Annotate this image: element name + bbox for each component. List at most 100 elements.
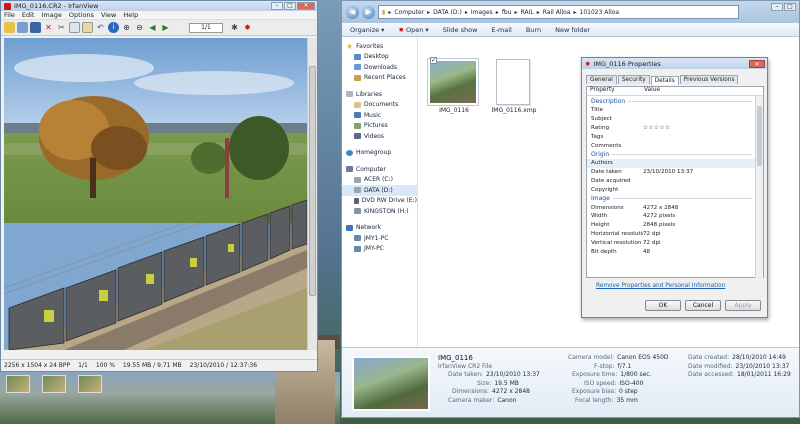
- properties-scrollbar-thumb[interactable]: [757, 106, 762, 166]
- open-button[interactable]: ✸ Open ▾: [398, 26, 428, 34]
- open-folder-icon[interactable]: [4, 22, 15, 33]
- tab-details[interactable]: Details: [650, 76, 679, 85]
- file-item-img-0116[interactable]: ✓ IMG_0116: [428, 57, 480, 119]
- rating-stars[interactable]: ☆☆☆☆☆: [643, 125, 671, 131]
- nav-libraries[interactable]: Libraries: [342, 89, 417, 100]
- property-row[interactable]: Title: [587, 106, 756, 115]
- apply-button[interactable]: Apply: [725, 300, 761, 311]
- nav-videos[interactable]: Videos: [342, 131, 417, 142]
- property-row[interactable]: Date acquired: [587, 177, 756, 186]
- zoom-out-icon[interactable]: ⊖: [134, 22, 145, 33]
- ok-button[interactable]: OK: [645, 300, 681, 311]
- close-button[interactable]: ✕: [297, 2, 315, 10]
- property-row[interactable]: Subject: [587, 115, 756, 124]
- breadcrumb-computer[interactable]: Computer: [394, 9, 424, 16]
- forward-button[interactable]: ▶: [362, 5, 375, 19]
- new-folder-button[interactable]: New folder: [555, 26, 590, 34]
- slideshow-icon[interactable]: [17, 22, 28, 33]
- breadcrumb-current-folder[interactable]: 101023 Alloa: [580, 9, 620, 16]
- address-bar[interactable]: ▮ ▸ Computer ▸ DATA (D:) ▸ Images ▸ fbu …: [378, 5, 739, 19]
- zoom-in-icon[interactable]: ⊕: [121, 22, 132, 33]
- desktop-icon-thumb[interactable]: [6, 375, 30, 393]
- page-field[interactable]: 1/1: [189, 22, 223, 33]
- breadcrumb-images[interactable]: Images: [471, 9, 493, 16]
- menu-view[interactable]: View: [101, 11, 116, 19]
- explorer-minimize-button[interactable]: –: [771, 3, 783, 11]
- property-row[interactable]: Date taken 23/10/2010 13:37: [587, 168, 756, 177]
- nav-drive-d[interactable]: DATA (D:): [342, 185, 417, 196]
- maximize-button[interactable]: □: [284, 2, 296, 10]
- column-header-value[interactable]: Value: [641, 87, 660, 95]
- nav-drive-c[interactable]: ACER (C:): [342, 175, 417, 186]
- property-row[interactable]: Vertical resolution 72 dpi: [587, 238, 756, 247]
- explorer-titlebar[interactable]: ◀ ▶ ▮ ▸ Computer ▸ DATA (D:) ▸ Images ▸ …: [342, 1, 799, 23]
- delete-icon[interactable]: ✕: [43, 22, 54, 33]
- menu-options[interactable]: Options: [69, 11, 94, 19]
- properties-titlebar[interactable]: ✸ IMG_0116 Properties ✕: [582, 58, 767, 69]
- nav-downloads[interactable]: Downloads: [342, 62, 417, 73]
- desktop-icon-thumb[interactable]: [78, 375, 102, 393]
- column-header-property[interactable]: Property: [587, 87, 641, 95]
- previous-icon[interactable]: ◀: [147, 22, 158, 33]
- property-row[interactable]: Horizontal resolution72 dpi: [587, 230, 756, 239]
- nav-documents[interactable]: Documents: [342, 100, 417, 111]
- desktop-icon-thumb[interactable]: [42, 375, 66, 393]
- scrollbar-thumb[interactable]: [309, 66, 316, 296]
- nav-homegroup[interactable]: Homegroup: [342, 148, 417, 159]
- property-row[interactable]: Width 4272 pixels: [587, 212, 756, 221]
- nav-network-pc-2[interactable]: JMY-PC: [342, 244, 417, 255]
- breadcrumb-rail-alloa[interactable]: Rail Alloa: [543, 9, 571, 16]
- cut-icon[interactable]: ✂: [56, 22, 67, 33]
- property-row[interactable]: Tags: [587, 132, 756, 141]
- nav-computer[interactable]: Computer: [342, 164, 417, 175]
- irfanview-titlebar[interactable]: IMG_0116.CR2 - IrfanView – □ ✕: [1, 1, 317, 11]
- explorer-maximize-button[interactable]: □: [784, 3, 796, 11]
- menu-image[interactable]: Image: [41, 11, 61, 19]
- organize-button[interactable]: Organize ▾: [350, 26, 384, 34]
- next-icon[interactable]: ▶: [160, 22, 171, 33]
- property-row[interactable]: Copyright: [587, 185, 756, 194]
- nav-network[interactable]: Network: [342, 223, 417, 234]
- file-item-img-0116-xmp[interactable]: IMG_0116.xmp: [488, 59, 540, 119]
- nav-drive-h[interactable]: KINGSTON (H:): [342, 206, 417, 217]
- info-icon[interactable]: i: [108, 22, 119, 33]
- remove-properties-link[interactable]: Remove Properties and Personal Informati…: [596, 283, 725, 289]
- file-select-checkbox[interactable]: ✓: [430, 57, 437, 64]
- paste-icon[interactable]: [82, 22, 93, 33]
- nav-recent-places[interactable]: Recent Places: [342, 73, 417, 84]
- copy-icon[interactable]: [69, 22, 80, 33]
- nav-network-pc-1[interactable]: JMY1-PC: [342, 233, 417, 244]
- nav-favorites[interactable]: ★ Favorites: [342, 41, 417, 52]
- back-button[interactable]: ◀: [346, 5, 359, 19]
- properties-scrollbar[interactable]: [755, 96, 763, 278]
- tab-previous-versions[interactable]: Previous Versions: [679, 75, 739, 84]
- nav-drive-e[interactable]: DVD RW Drive (E:): [342, 196, 417, 207]
- tab-general[interactable]: General: [586, 75, 617, 84]
- menu-edit[interactable]: Edit: [22, 11, 35, 19]
- nav-music[interactable]: Music: [342, 110, 417, 121]
- breadcrumb-data-drive[interactable]: DATA (D:): [433, 9, 462, 16]
- breadcrumb-rail[interactable]: RAIL: [521, 9, 534, 16]
- save-icon[interactable]: [30, 22, 41, 33]
- property-row[interactable]: Height 2848 pixels: [587, 221, 756, 230]
- property-row[interactable]: Rating ☆☆☆☆☆: [587, 124, 756, 133]
- menu-help[interactable]: Help: [123, 11, 138, 19]
- burn-button[interactable]: Burn: [526, 26, 541, 34]
- tab-security[interactable]: Security: [617, 75, 650, 84]
- property-row[interactable]: Dimensions 4272 x 2848: [587, 203, 756, 212]
- property-row[interactable]: Bit depth 48: [587, 247, 756, 256]
- properties-close-button[interactable]: ✕: [749, 59, 765, 68]
- slide-show-button[interactable]: Slide show: [443, 26, 478, 34]
- settings-icon[interactable]: ✱: [229, 22, 240, 33]
- undo-icon[interactable]: ↶: [95, 22, 106, 33]
- photo-train-view[interactable]: [4, 38, 307, 350]
- property-row[interactable]: Comments: [587, 141, 756, 150]
- irfanview-vertical-scrollbar[interactable]: [307, 38, 317, 350]
- breadcrumb-fbu[interactable]: fbu: [502, 9, 512, 16]
- property-row[interactable]: Authors: [587, 158, 756, 168]
- nav-pictures[interactable]: Pictures: [342, 121, 417, 132]
- minimize-button[interactable]: –: [271, 2, 283, 10]
- nav-desktop[interactable]: Desktop: [342, 52, 417, 63]
- cancel-button[interactable]: Cancel: [685, 300, 721, 311]
- menu-file[interactable]: File: [4, 11, 15, 19]
